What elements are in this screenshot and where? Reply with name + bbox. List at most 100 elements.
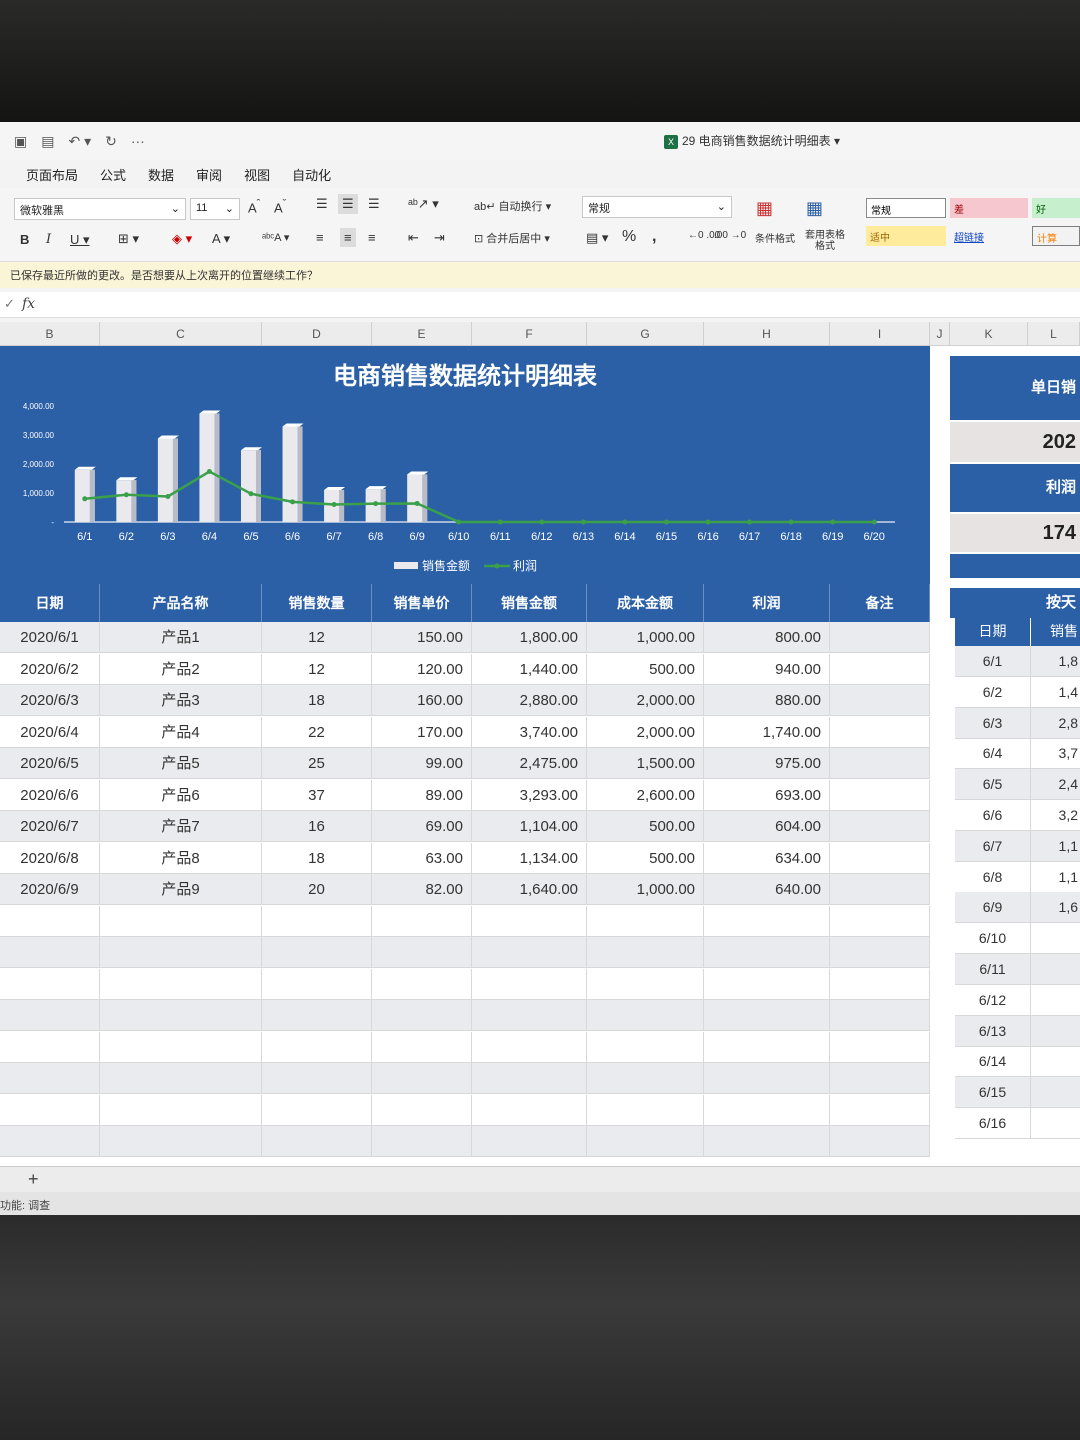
side-sales-cell[interactable] [1031,985,1080,1016]
product-cell[interactable] [100,1063,262,1094]
unit-price-cell[interactable]: 82.00 [372,874,472,905]
sales-amount-cell[interactable]: 1,640.00 [472,874,587,905]
side-date-cell[interactable]: 6/5 [955,769,1031,801]
product-cell[interactable]: 产品9 [100,874,262,905]
date-cell[interactable]: 2020/6/2 [0,653,100,685]
unit-price-cell[interactable] [372,1063,472,1094]
column-header-f[interactable]: F [472,322,587,346]
profit-cell[interactable]: 800.00 [704,622,830,653]
profit-cell[interactable] [704,1000,830,1031]
sales-amount-cell[interactable]: 3,293.00 [472,779,587,811]
quantity-cell[interactable] [262,937,372,968]
date-cell[interactable] [0,1094,100,1126]
conditional-format-button[interactable]: 条件格式 [750,230,800,245]
column-header-d[interactable]: D [262,322,372,346]
notes-cell[interactable] [830,905,930,937]
side-sales-cell[interactable] [1031,1108,1080,1139]
cost-amount-cell[interactable]: 1,000.00 [587,622,704,653]
quantity-cell[interactable]: 12 [262,653,372,685]
notes-cell[interactable] [830,842,930,874]
side-sales-cell[interactable]: 2,4 [1031,769,1080,800]
quantity-cell[interactable] [262,1126,372,1157]
side-date-cell[interactable]: 6/12 [955,984,1031,1016]
side-sales-cell[interactable]: 3,7 [1031,738,1080,769]
quantity-cell[interactable]: 18 [262,685,372,716]
align-bottom-icon[interactable]: ☰ [368,196,380,212]
side-sales-cell[interactable] [1031,954,1080,985]
product-cell[interactable] [100,968,262,1000]
profit-cell[interactable] [704,1031,830,1063]
side-date-cell[interactable]: 6/4 [955,738,1031,770]
font-color-icon[interactable]: A ▾ [212,231,230,247]
profit-cell[interactable]: 975.00 [704,748,830,779]
product-cell[interactable]: 产品5 [100,748,262,779]
sales-amount-cell[interactable] [472,905,587,937]
column-header-g[interactable]: G [587,322,704,346]
quantity-cell[interactable]: 25 [262,748,372,779]
cost-amount-cell[interactable] [587,1126,704,1157]
conditional-format-icon[interactable]: ▦ [756,198,773,219]
document-title[interactable]: X 29 电商销售数据统计明细表 ▾ [664,132,840,149]
side-date-cell[interactable]: 6/11 [955,954,1031,985]
tab-page-layout[interactable]: 页面布局 [26,165,78,184]
cost-amount-cell[interactable] [587,1031,704,1063]
bold-button[interactable]: B [20,232,29,247]
unit-price-cell[interactable] [372,968,472,1000]
side-sales-cell[interactable]: 1,1 [1031,862,1080,893]
side-date-cell[interactable]: 6/7 [955,830,1031,862]
side-date-cell[interactable]: 6/1 [955,646,1031,677]
date-cell[interactable]: 2020/6/7 [0,811,100,842]
decrease-decimal-icon[interactable]: .00 →0 [714,230,746,241]
date-cell[interactable]: 2020/6/3 [0,685,100,716]
font-size-select[interactable]: 11 ⌄ [190,198,240,220]
style-bad[interactable]: 差 [950,198,1028,218]
side-sales-cell[interactable] [1031,1077,1080,1108]
currency-icon[interactable]: ▤ ▾ [586,230,608,246]
cost-amount-cell[interactable]: 500.00 [587,653,704,685]
side-sales-cell[interactable]: 2,8 [1031,708,1080,739]
profit-cell[interactable] [704,937,830,968]
date-cell[interactable]: 2020/6/5 [0,748,100,779]
profit-cell[interactable] [704,968,830,1000]
cost-amount-cell[interactable] [587,1063,704,1094]
align-left-icon[interactable]: ≡ [316,230,324,245]
sales-amount-cell[interactable]: 1,134.00 [472,842,587,874]
add-sheet-button[interactable]: + [28,1169,39,1190]
sales-amount-cell[interactable] [472,1126,587,1157]
cost-amount-cell[interactable] [587,968,704,1000]
tab-view[interactable]: 视图 [244,165,270,184]
quantity-cell[interactable]: 22 [262,716,372,748]
sales-amount-cell[interactable] [472,1063,587,1094]
column-header-b[interactable]: B [0,322,100,346]
quantity-cell[interactable] [262,1094,372,1126]
column-header-j[interactable]: J [930,322,950,346]
product-cell[interactable]: 产品8 [100,842,262,874]
side-date-cell[interactable]: 6/8 [955,861,1031,893]
unit-price-cell[interactable] [372,937,472,968]
notes-cell[interactable] [830,937,930,968]
side-date-cell[interactable]: 6/10 [955,923,1031,955]
quantity-cell[interactable] [262,1063,372,1094]
cost-amount-cell[interactable] [587,1094,704,1126]
profit-cell[interactable]: 1,740.00 [704,716,830,748]
product-cell[interactable] [100,1126,262,1157]
function-icon[interactable]: fx [22,296,35,312]
save-as-icon[interactable]: ▤ [41,133,54,150]
cost-amount-cell[interactable]: 1,000.00 [587,874,704,905]
quantity-cell[interactable]: 18 [262,842,372,874]
cost-amount-cell[interactable]: 2,000.00 [587,685,704,716]
sales-amount-cell[interactable] [472,1000,587,1031]
number-format-select[interactable]: 常规 ⌄ [582,196,732,218]
profit-cell[interactable]: 640.00 [704,874,830,905]
notes-cell[interactable] [830,622,930,653]
phonetic-icon[interactable]: ᵃᵇᶜA ▾ [262,231,289,244]
unit-price-cell[interactable]: 69.00 [372,811,472,842]
product-cell[interactable]: 产品7 [100,811,262,842]
notes-cell[interactable] [830,874,930,905]
date-cell[interactable]: 2020/6/9 [0,874,100,905]
table-format-button[interactable]: 套用表格 格式 [800,230,850,252]
profit-cell[interactable]: 693.00 [704,779,830,811]
style-neutral[interactable]: 适中 [866,226,946,246]
decrease-indent-icon[interactable]: ⇤ [408,230,419,246]
side-date-cell[interactable]: 6/16 [955,1108,1031,1139]
